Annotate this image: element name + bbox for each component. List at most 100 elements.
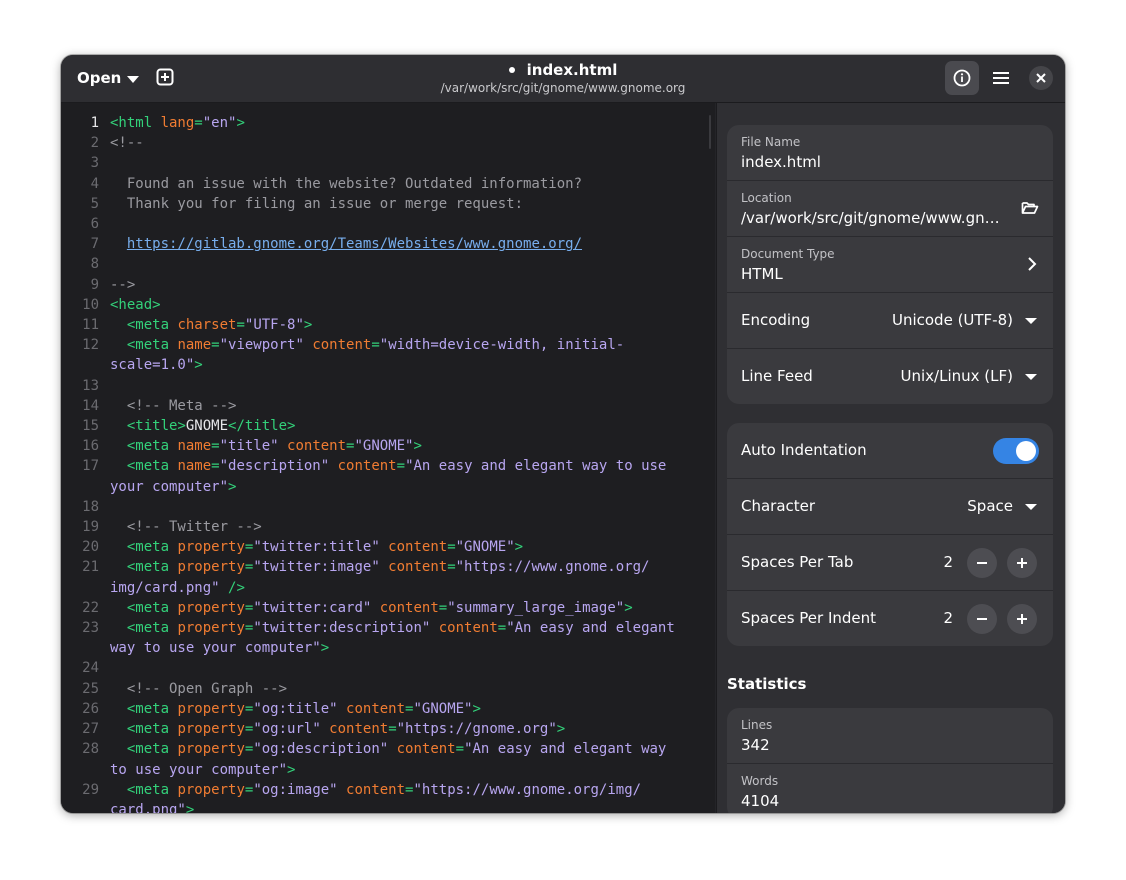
character-value: Space — [967, 497, 1013, 515]
code-line[interactable]: 27 <meta property="og:url" content="http… — [61, 719, 715, 739]
code-token-attr: content — [346, 781, 406, 798]
location-row[interactable]: Location /var/work/src/git/gnome/www.gno… — [727, 181, 1053, 237]
code-line[interactable]: 22 <meta property = "twitter:card" content… — [61, 598, 715, 618]
spaces-per-indent-decrease-button[interactable] — [967, 604, 997, 634]
code-token-attr: charset — [177, 317, 237, 334]
code-token-val: "https://www.gnome.org/ — [455, 559, 650, 576]
window-title: index.html — [526, 61, 618, 79]
line-number: 22 — [82, 599, 99, 616]
document-type-row[interactable]: Document Type HTML — [727, 237, 1053, 293]
spaces-per-tab-increase-button[interactable] — [1007, 548, 1037, 578]
auto-indentation-row[interactable]: Auto Indentation — [727, 423, 1053, 479]
spaces-per-tab-decrease-button[interactable] — [967, 548, 997, 578]
line-number: 4 — [90, 175, 99, 192]
code-line[interactable]: 12 <meta name="viewport" content="width=… — [61, 335, 715, 355]
code-line[interactable]: 4 Found an issue with the website? Outda… — [61, 174, 715, 194]
encoding-row[interactable]: Encoding Unicode (UTF-8) — [727, 293, 1053, 349]
code-token-val: "https://gnome.org" — [396, 721, 557, 738]
code-line[interactable]: 23 <meta property = "twitter:description" … — [61, 618, 715, 638]
code-line[interactable]: 19 <!-- Twitter --> — [61, 517, 715, 537]
code-line-text: <meta property="og:title" content="GNOME… — [99, 699, 715, 719]
code-line[interactable]: 10 <head> — [61, 295, 715, 315]
code-token-tag: = — [447, 539, 456, 556]
code-token-tag: > — [624, 599, 633, 616]
code-token-val: "title" — [219, 438, 288, 455]
code-token-tag: <meta — [110, 781, 178, 798]
code-token-tag: <meta — [110, 741, 178, 758]
code-line-wrapped[interactable]: card.png"> — [61, 800, 715, 813]
document-properties-button[interactable] — [945, 61, 979, 95]
minus-icon — [977, 618, 987, 620]
line-number: 20 — [82, 539, 99, 556]
folder-open-icon[interactable] — [1021, 200, 1039, 216]
document-type-value: HTML — [741, 265, 783, 283]
file-name-value[interactable]: index.html — [741, 153, 821, 171]
code-token-attr: content — [438, 620, 498, 637]
code-line-text: <title>GNOME</title> — [99, 416, 715, 436]
code-line[interactable]: 6 — [61, 214, 715, 234]
auto-indentation-switch[interactable] — [993, 438, 1039, 464]
code-line-wrapped[interactable]: to use your computer"> — [61, 760, 715, 780]
code-token-tag: <title> — [110, 418, 186, 435]
line-number: 25 — [82, 680, 99, 697]
line-number: 12 — [82, 337, 99, 354]
code-line[interactable]: 18 — [61, 497, 715, 517]
code-line[interactable]: 3 — [61, 153, 715, 173]
file-name-row[interactable]: File Name index.html — [727, 125, 1053, 181]
code-token-tag: = — [236, 317, 245, 334]
code-line[interactable]: 16 <meta name="title" content="GNOME"> — [61, 436, 715, 456]
code-line[interactable]: 8 — [61, 254, 715, 274]
code-line[interactable]: 24 — [61, 658, 715, 678]
code-line[interactable]: 1 <html lang="en"> — [61, 113, 715, 133]
code-line-wrapped[interactable]: scale=1.0"> — [61, 355, 715, 375]
main-menu-button[interactable] — [984, 61, 1018, 95]
encoding-value: Unicode (UTF-8) — [891, 311, 1013, 329]
code-line[interactable]: 20 <meta property = "twitter:title" conten… — [61, 537, 715, 557]
code-line-wrapped[interactable]: your computer"> — [61, 477, 715, 497]
code-token-attr: property — [177, 559, 245, 576]
code-line[interactable]: 7 https://gitlab.gnome.org/Teams/Website… — [61, 234, 715, 254]
code-line[interactable]: 26 <meta property="og:title" content="GN… — [61, 699, 715, 719]
code-token-attr: property — [177, 599, 245, 616]
words-value: 4104 — [741, 792, 780, 810]
code-token-tag: <meta — [110, 317, 178, 334]
code-line[interactable]: 15 <title>GNOME</title> — [61, 416, 715, 436]
code-line[interactable]: 13 — [61, 376, 715, 396]
code-line[interactable]: 5 Thank you for filing an issue or merge… — [61, 194, 715, 214]
character-row[interactable]: Character Space — [727, 479, 1053, 535]
line-feed-row[interactable]: Line Feed Unix/Linux (LF) — [727, 349, 1053, 404]
code-line[interactable]: 2 <!-- — [61, 133, 715, 153]
code-line-wrapped[interactable]: img/card.png" /> — [61, 578, 715, 598]
code-line-text: --> — [99, 275, 715, 295]
code-token-link[interactable]: https://gitlab.gnome.org/Teams/Websites/… — [127, 236, 582, 252]
code-line[interactable]: 14 <!-- Meta --> — [61, 396, 715, 416]
code-line[interactable]: 11 <meta charset="UTF-8"> — [61, 315, 715, 335]
code-line[interactable]: 21 <meta property = "twitter:image" conten… — [61, 557, 715, 577]
code-line[interactable]: 29 <meta property="og:image" content="ht… — [61, 780, 715, 800]
open-button[interactable]: Open — [69, 64, 147, 92]
code-line[interactable]: 25 <!-- Open Graph --> — [61, 679, 715, 699]
code-line[interactable]: 9 --> — [61, 275, 715, 295]
code-line-wrapped[interactable]: way to use your computer"> — [61, 638, 715, 658]
document-properties-sidebar: File Name index.html Location /var/work/… — [716, 103, 1065, 813]
code-token-val: "UTF-8" — [244, 317, 304, 334]
code-line[interactable]: 28 <meta property = "og:description" conte… — [61, 739, 715, 759]
chevron-down-icon — [127, 75, 140, 83]
code-token-val: card.png" — [110, 801, 186, 813]
lines-value: 342 — [741, 736, 770, 754]
code-token-tag: <meta — [110, 539, 178, 556]
code-line-text: <meta property="twitter:title" content="… — [99, 537, 715, 557]
chevron-right-icon — [1028, 257, 1037, 271]
spaces-per-indent-increase-button[interactable] — [1007, 604, 1037, 634]
code-line-text: <!-- Twitter --> — [99, 517, 715, 537]
code-line-text: https://gitlab.gnome.org/Teams/Websites/… — [99, 234, 715, 254]
code-editor[interactable]: 1 <html lang="en"> 2 <!-- 3 4 Found an issue … — [61, 103, 715, 813]
code-line[interactable]: 17 <meta name="description" content="An … — [61, 456, 715, 476]
code-token-val: "twitter:card" — [253, 599, 380, 616]
close-window-button[interactable] — [1029, 66, 1053, 90]
new-tab-button[interactable] — [156, 68, 174, 86]
close-icon — [1036, 73, 1046, 83]
code-token-val: "twitter:title" — [253, 539, 389, 556]
scroll-indicator[interactable] — [709, 115, 711, 149]
line-number: 3 — [90, 155, 99, 172]
